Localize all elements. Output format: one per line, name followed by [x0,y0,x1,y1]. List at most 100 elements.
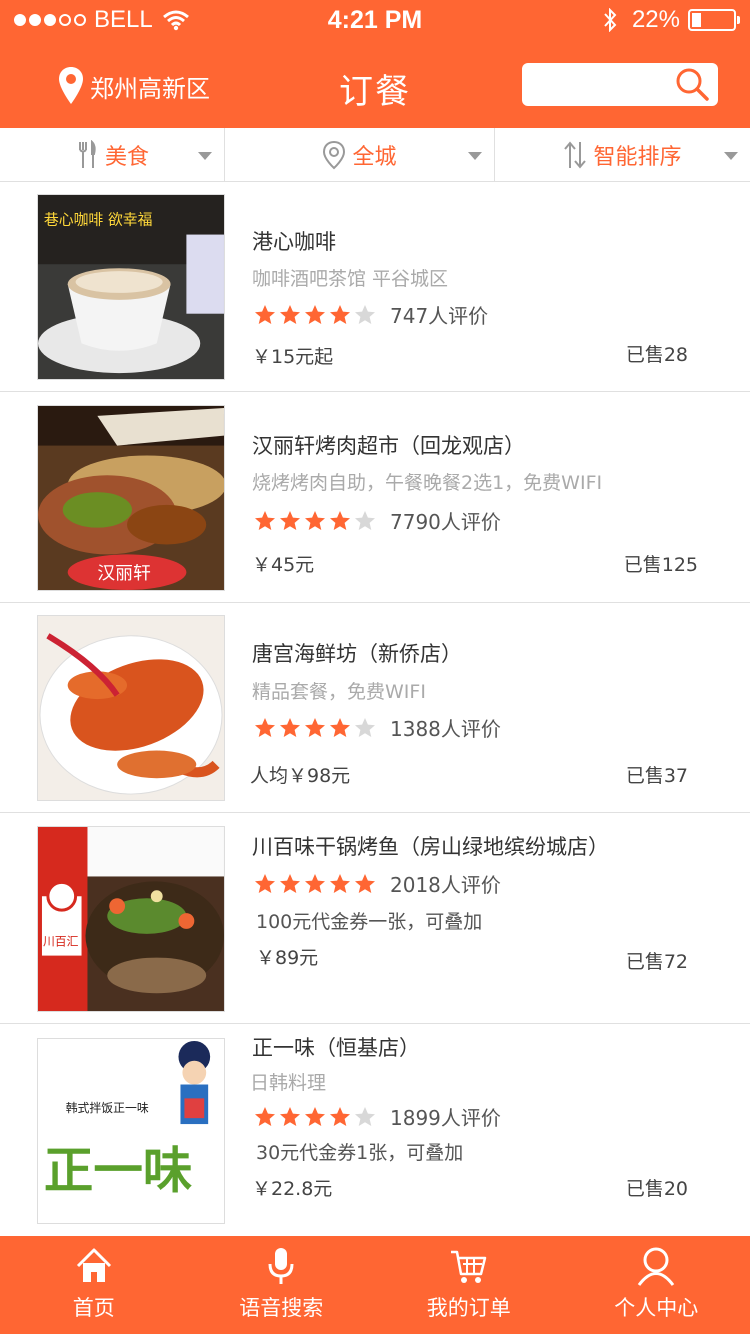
star-icon [280,873,300,893]
rating-row: 747人评价 [254,300,488,329]
star-icon [355,1106,375,1126]
star-rating [254,304,376,326]
price: ￥89元 [256,947,319,969]
filter-area[interactable]: 全城 [224,128,494,182]
star-icon [330,1106,350,1126]
image-text-coffee: 巷心咖啡 欲幸福 [44,212,153,229]
star-icon [305,717,325,737]
star-icon [355,304,375,324]
tab-profile-label: 个人中心 [614,1296,699,1320]
star-icon [280,510,300,530]
status-right: 22% [602,6,740,34]
filter-sort[interactable]: 智能排序 [494,128,750,182]
filter-bar: 美食 全城 智能排序 [0,128,750,182]
location-label: 郑州高新区 [90,74,210,103]
sold-count: 已售20 [625,1178,688,1200]
header: BELL 4:21 PM 22% 郑州高新区 订餐 [0,0,750,128]
star-icon [330,717,350,737]
cart-icon [450,1250,486,1283]
star-icon [305,304,325,324]
tab-my-orders[interactable]: 我的订单 [375,1236,563,1334]
tab-my-orders-label: 我的订单 [426,1296,511,1320]
star-icon [305,1106,325,1126]
rating-row: 2018人评价 [254,869,501,898]
star-icon [305,873,325,893]
star-icon [280,717,300,737]
price: ￥22.8元 [252,1178,333,1200]
star-rating [254,1106,376,1128]
sold-count: 已售37 [625,765,688,787]
korean-logo-image: 韩式拌饭正一味 正一味 [37,1038,225,1224]
star-icon [255,1106,275,1126]
tab-profile[interactable]: 个人中心 [563,1236,750,1334]
nav-bar: 郑州高新区 订餐 [0,40,750,128]
tab-home-label: 首页 [72,1296,115,1320]
price: ￥15元起 [252,346,334,368]
tab-home[interactable]: 首页 [0,1236,188,1334]
home-icon [76,1248,111,1282]
list-item[interactable]: 川百汇 川百味干锅烤鱼（房山绿地缤纷城店） 2018人评价 100元代金券一张，… [0,813,750,1024]
search-input[interactable] [522,63,718,106]
star-icon [330,304,350,324]
location-selector[interactable]: 郑州高新区 [58,66,210,106]
image-text-bbq: 汉丽轩 [97,563,151,584]
tab-bar: 首页 语音搜索 我的订单 个人中心 [0,1236,750,1334]
restaurant-name: 港心咖啡 [252,230,336,254]
microphone-icon [268,1248,294,1284]
sold-count: 已售125 [623,554,698,576]
review-count: 747人评价 [390,304,489,328]
list-item[interactable]: 唐宫海鲜坊（新侨店） 精品套餐，免费WIFI 1388人评价 人均￥98元 已售… [0,603,750,813]
image-text-korean-logo: 正一味 [44,1141,192,1199]
chevron-down-icon [468,152,482,160]
rating-row: 1388人评价 [254,713,501,742]
star-icon [330,510,350,530]
review-count: 7790人评价 [390,510,501,534]
location-pin-icon [59,67,83,104]
filter-category[interactable]: 美食 [0,128,224,182]
star-rating [254,717,376,739]
star-rating [254,873,376,895]
price: ￥45元 [252,554,315,576]
restaurant-desc: 精品套餐，免费WIFI [252,681,426,703]
star-icon [255,304,275,324]
search-icon[interactable] [674,66,710,102]
star-icon [255,510,275,530]
filter-area-label: 全城 [352,145,397,170]
filter-category-label: 美食 [104,145,149,170]
filter-sort-label: 智能排序 [593,145,682,170]
battery-icon [688,9,740,31]
tab-voice-search[interactable]: 语音搜索 [188,1236,376,1334]
restaurant-name: 川百味干锅烤鱼（房山绿地缤纷城店） [252,835,609,859]
list-item[interactable]: 韩式拌饭正一味 正一味 正一味（恒基店） 日韩料理 1899人评价 30元代金券… [0,1024,750,1236]
rating-row: 7790人评价 [254,506,501,535]
star-icon [355,510,375,530]
bluetooth-icon [604,8,617,32]
restaurant-name: 正一味（恒基店） [252,1036,420,1060]
star-icon [280,304,300,324]
rating-row: 1899人评价 [254,1102,501,1131]
list-item[interactable]: 汉丽轩 汉丽轩烤肉超市（回龙观店） 烧烤烤肉自助，午餐晚餐2选1，免费WIFI … [0,392,750,603]
location-pin-icon [323,140,346,170]
star-rating [254,510,376,532]
restaurant-name: 汉丽轩烤肉超市（回龙观店） [252,434,525,458]
tab-voice-search-label: 语音搜索 [239,1296,324,1320]
star-icon [255,717,275,737]
chevron-down-icon [724,152,738,160]
fork-knife-icon [78,140,96,168]
star-icon [255,873,275,893]
lobster-photo [37,615,225,801]
user-icon [638,1247,675,1286]
image-text-korean-tag: 韩式拌饭正一味 [66,1101,149,1115]
price: 人均￥98元 [250,765,351,787]
star-icon [355,717,375,737]
list-item[interactable]: 巷心咖啡 欲幸福 港心咖啡 咖啡酒吧茶馆 平谷城区 747人评价 ￥15元起 已… [0,182,750,392]
bbq-buffet-photo: 汉丽轩 [37,405,225,591]
battery-percent: 22% [631,6,680,33]
image-text-fish: 川百汇 [43,935,79,949]
restaurant-desc: 咖啡酒吧茶馆 平谷城区 [252,268,449,290]
grilled-fish-photo: 川百汇 [37,826,225,1012]
voucher-info: 100元代金券一张，可叠加 [256,911,483,933]
sold-count: 已售72 [625,951,688,973]
sold-count: 已售28 [625,344,688,366]
voucher-info: 30元代金券1张，可叠加 [256,1142,464,1164]
